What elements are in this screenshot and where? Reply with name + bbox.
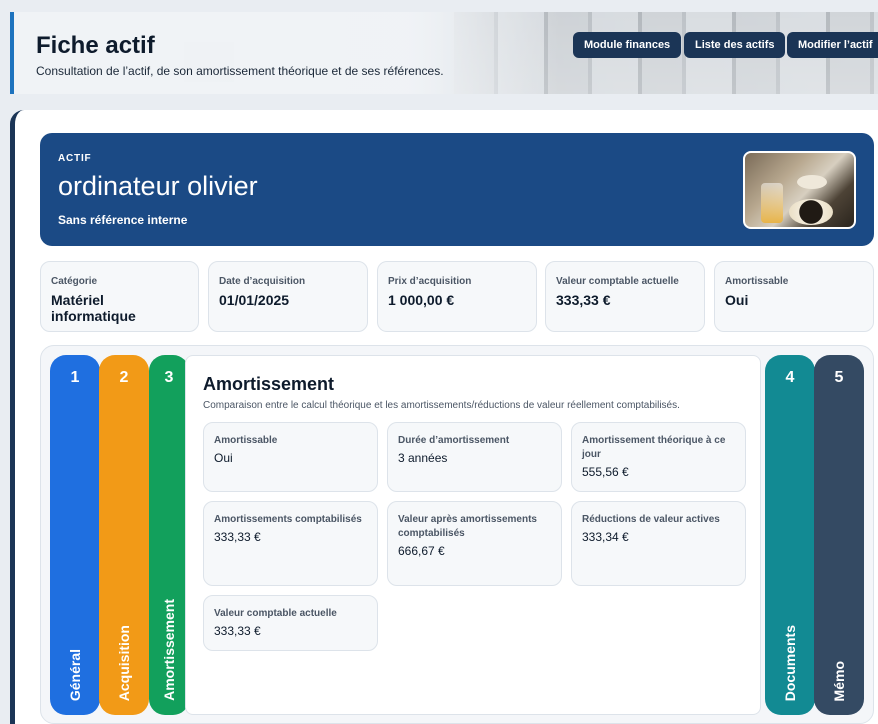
tab-number: 1 xyxy=(70,369,80,386)
stat-category: Catégorie Matériel informatique xyxy=(40,261,199,332)
asset-photo[interactable] xyxy=(743,151,856,229)
stat-value: Matériel informatique xyxy=(51,292,136,324)
asset-kicker: ACTIF xyxy=(58,153,92,164)
stat-acquisition-date: Date d’acquisition 01/01/2025 xyxy=(208,261,368,332)
info-cell: Valeur après amortissements comptabilisé… xyxy=(387,501,562,586)
tab-number: 2 xyxy=(119,369,129,386)
page-subtitle: Consultation de l’actif, de son amortiss… xyxy=(36,64,444,78)
cell-label: Amortissement théorique à ce jour xyxy=(582,435,726,460)
info-cell: Valeur comptable actuelle 333,33 € xyxy=(203,595,378,651)
stat-value: 333,33 € xyxy=(556,292,611,308)
tab-number: 5 xyxy=(834,369,844,386)
cell-label: Amortissable xyxy=(214,435,278,446)
tab-label: Mémo xyxy=(831,660,847,701)
stat-label: Amortissable xyxy=(725,276,789,287)
tab-label: Acquisition xyxy=(116,624,132,701)
cell-value: 555,56 € xyxy=(582,465,629,479)
tab-memo[interactable]: 5 Mémo xyxy=(814,355,864,715)
tab-label: Général xyxy=(67,648,83,701)
stat-label: Catégorie xyxy=(51,276,98,287)
asset-hero: ACTIF ordinateur olivier Sans référence … xyxy=(40,133,874,246)
stat-book-value: Valeur comptable actuelle 333,33 € xyxy=(545,261,705,332)
cell-label: Réductions de valeur actives xyxy=(582,514,720,525)
module-finances-button[interactable]: Module finances xyxy=(573,32,682,58)
info-cell: Amortissement théorique à ce jour 555,56… xyxy=(571,422,746,492)
cell-value: 3 années xyxy=(398,451,448,465)
asset-reference: Sans référence interne xyxy=(58,213,188,227)
cell-value: 333,33 € xyxy=(214,530,261,544)
stat-value: 1 000,00 € xyxy=(388,292,455,308)
info-cell: Amortissable Oui xyxy=(203,422,378,492)
edit-asset-button[interactable]: Modifier l’actif xyxy=(787,32,878,58)
tab-number: 4 xyxy=(785,369,795,386)
stat-label: Prix d’acquisition xyxy=(388,276,472,287)
tab-amortissement[interactable]: 3 Amortissement xyxy=(149,355,189,715)
stat-acquisition-price: Prix d’acquisition 1 000,00 € xyxy=(377,261,537,332)
cell-label: Durée d’amortissement xyxy=(398,435,510,446)
panel-description: Comparaison entre le calcul théorique et… xyxy=(203,400,680,411)
page-title: Fiche actif xyxy=(36,32,155,59)
panel-title: Amortissement xyxy=(203,374,335,394)
tab-acquisition[interactable]: 2 Acquisition xyxy=(99,355,149,715)
cell-value: Oui xyxy=(214,451,233,465)
stat-label: Valeur comptable actuelle xyxy=(556,276,679,287)
stat-value: 01/01/2025 xyxy=(219,292,290,308)
cell-label: Amortissements comptabilisés xyxy=(214,514,362,525)
info-cell: Réductions de valeur actives 333,34 € xyxy=(571,501,746,586)
stat-value: Oui xyxy=(725,292,749,308)
info-cell: Amortissements comptabilisés 333,33 € xyxy=(203,501,378,586)
asset-name: ordinateur olivier xyxy=(58,171,258,201)
tab-documents[interactable]: 4 Documents xyxy=(765,355,815,715)
cell-value: 333,33 € xyxy=(214,624,261,638)
stat-label: Date d’acquisition xyxy=(219,276,306,287)
cell-value: 333,34 € xyxy=(582,530,629,544)
tab-number: 3 xyxy=(164,369,174,386)
amortissement-panel: Amortissement Comparaison entre le calcu… xyxy=(185,355,761,715)
tab-general[interactable]: 1 Général xyxy=(50,355,100,715)
tab-label: Documents xyxy=(782,624,798,701)
cell-label: Valeur comptable actuelle xyxy=(214,608,337,619)
tab-label: Amortissement xyxy=(161,599,177,701)
cell-label: Valeur après amortissements comptabilisé… xyxy=(398,514,537,539)
cell-value: 666,67 € xyxy=(398,544,445,558)
stat-depreciable: Amortissable Oui xyxy=(714,261,874,332)
info-cell: Durée d’amortissement 3 années xyxy=(387,422,562,492)
asset-list-button[interactable]: Liste des actifs xyxy=(684,32,786,58)
